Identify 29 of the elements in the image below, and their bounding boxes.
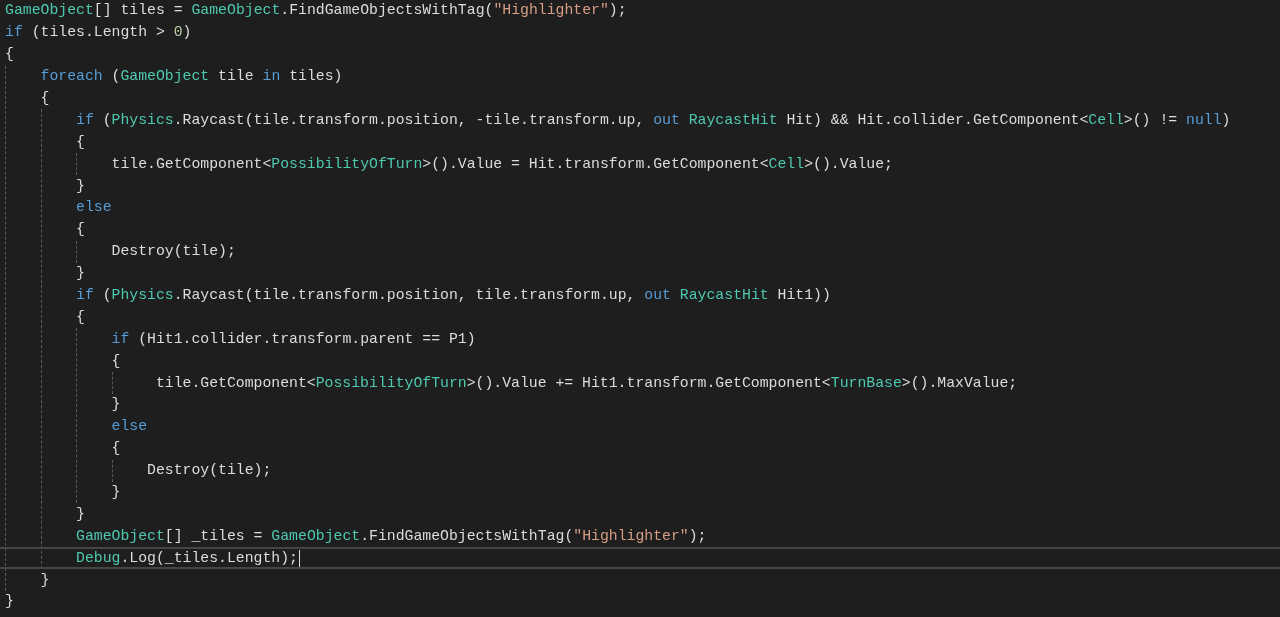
code-line: if (Physics.Raycast(tile.transform.position, tile.transform.up, out RaycastHit Hit1))	[76, 286, 831, 305]
code-line: tile.GetComponent<PossibilityOfTurn>().Value += Hit1.transform.GetComponent<TurnBase>().MaxValue;	[154, 373, 1018, 393]
code-line: if (Physics.Raycast(tile.transform.position, -tile.transform.up, out RaycastHit Hit) && Hit.collider.GetComponent<Cell>() != null)	[76, 110, 1231, 130]
code-line: {	[5, 45, 14, 65]
code-line: {	[76, 220, 85, 240]
code-line: }	[111, 395, 121, 415]
code-line: }	[5, 592, 14, 612]
code-line: if (Hit1.collider.transform.parent == P1)	[111, 329, 476, 349]
code-line: {	[76, 132, 85, 152]
code-line: else	[76, 198, 112, 218]
code-line: tile.GetComponent<PossibilityOfTurn>().Value = Hit.transform.GetComponent<Cell>().Value;	[111, 154, 893, 174]
code-line: }	[76, 176, 85, 196]
code-line: GameObject[] tiles = GameObject.FindGameObjectsWithTag("Highlighter");	[5, 1, 627, 21]
code-line: Destroy(tile);	[147, 461, 272, 481]
code-line: {	[76, 307, 85, 327]
code-line: Debug.Log(_tiles.Length);	[76, 548, 298, 568]
code-line: }	[76, 264, 85, 284]
code-line: {	[111, 439, 121, 459]
code-line: GameObject[] _tiles = GameObject.FindGameObjectsWithTag("Highlighter");	[76, 526, 707, 546]
code-line: if (tiles.Length > 0)	[5, 23, 192, 43]
code-line: }	[40, 570, 50, 590]
code-line: Destroy(tile);	[111, 242, 236, 262]
code-line: {	[40, 89, 50, 108]
code-line: }	[76, 504, 85, 524]
code-line: foreach (GameObject tile in tiles)	[40, 67, 343, 87]
text-caret	[299, 549, 300, 567]
code-line: }	[111, 483, 121, 503]
code-line: {	[111, 351, 121, 371]
code-line: else	[111, 417, 148, 437]
